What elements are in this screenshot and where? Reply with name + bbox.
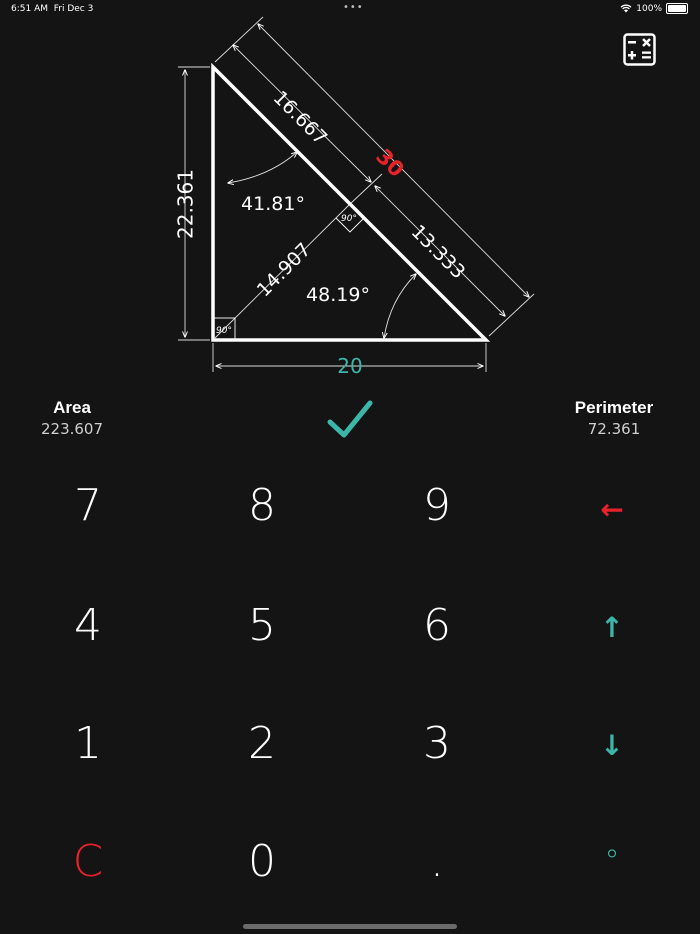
hyp-upper-label: 16.667 <box>269 87 332 150</box>
degree-button[interactable]: ° <box>552 826 672 896</box>
right-angle-label-bottom: 90° <box>216 326 232 336</box>
key-1[interactable]: 1 <box>28 708 148 778</box>
key-9[interactable]: 9 <box>377 470 497 540</box>
key-3[interactable]: 3 <box>377 708 497 778</box>
side-bottom-label: 20 <box>337 354 362 378</box>
backspace-button[interactable]: ← <box>552 474 672 544</box>
key-6[interactable]: 6 <box>377 590 497 660</box>
key-7[interactable]: 7 <box>28 470 148 540</box>
perimeter-panel: Perimeter 72.361 <box>556 398 672 438</box>
side-left-label: 22.361 <box>174 169 198 239</box>
triangle-diagram: 22.361 20 30 16.667 13.333 14.907 41.81°… <box>174 16 535 378</box>
angle-top-label: 41.81° <box>241 193 305 215</box>
decimal-point-button[interactable]: . <box>377 826 497 896</box>
area-value: 223.607 <box>40 420 104 438</box>
checkmark-icon[interactable] <box>326 398 374 442</box>
hypotenuse-label: 30 <box>371 144 409 182</box>
area-panel: Area 223.607 <box>22 398 122 438</box>
area-label: Area <box>53 398 91 417</box>
key-5[interactable]: 5 <box>202 590 322 660</box>
hyp-lower-label: 13.333 <box>407 221 470 284</box>
perimeter-value: 72.361 <box>587 420 641 438</box>
home-indicator[interactable] <box>243 924 457 929</box>
clear-button[interactable]: C <box>28 826 148 896</box>
key-8[interactable]: 8 <box>202 470 322 540</box>
key-2[interactable]: 2 <box>202 708 322 778</box>
up-arrow-button[interactable]: ↑ <box>552 592 672 662</box>
perimeter-label: Perimeter <box>574 398 654 417</box>
right-angle-label-altitude: 90° <box>341 214 357 224</box>
down-arrow-button[interactable]: ↓ <box>552 710 672 780</box>
key-4[interactable]: 4 <box>28 590 148 660</box>
angle-right-label: 48.19° <box>306 284 370 306</box>
key-0[interactable]: 0 <box>202 826 322 896</box>
